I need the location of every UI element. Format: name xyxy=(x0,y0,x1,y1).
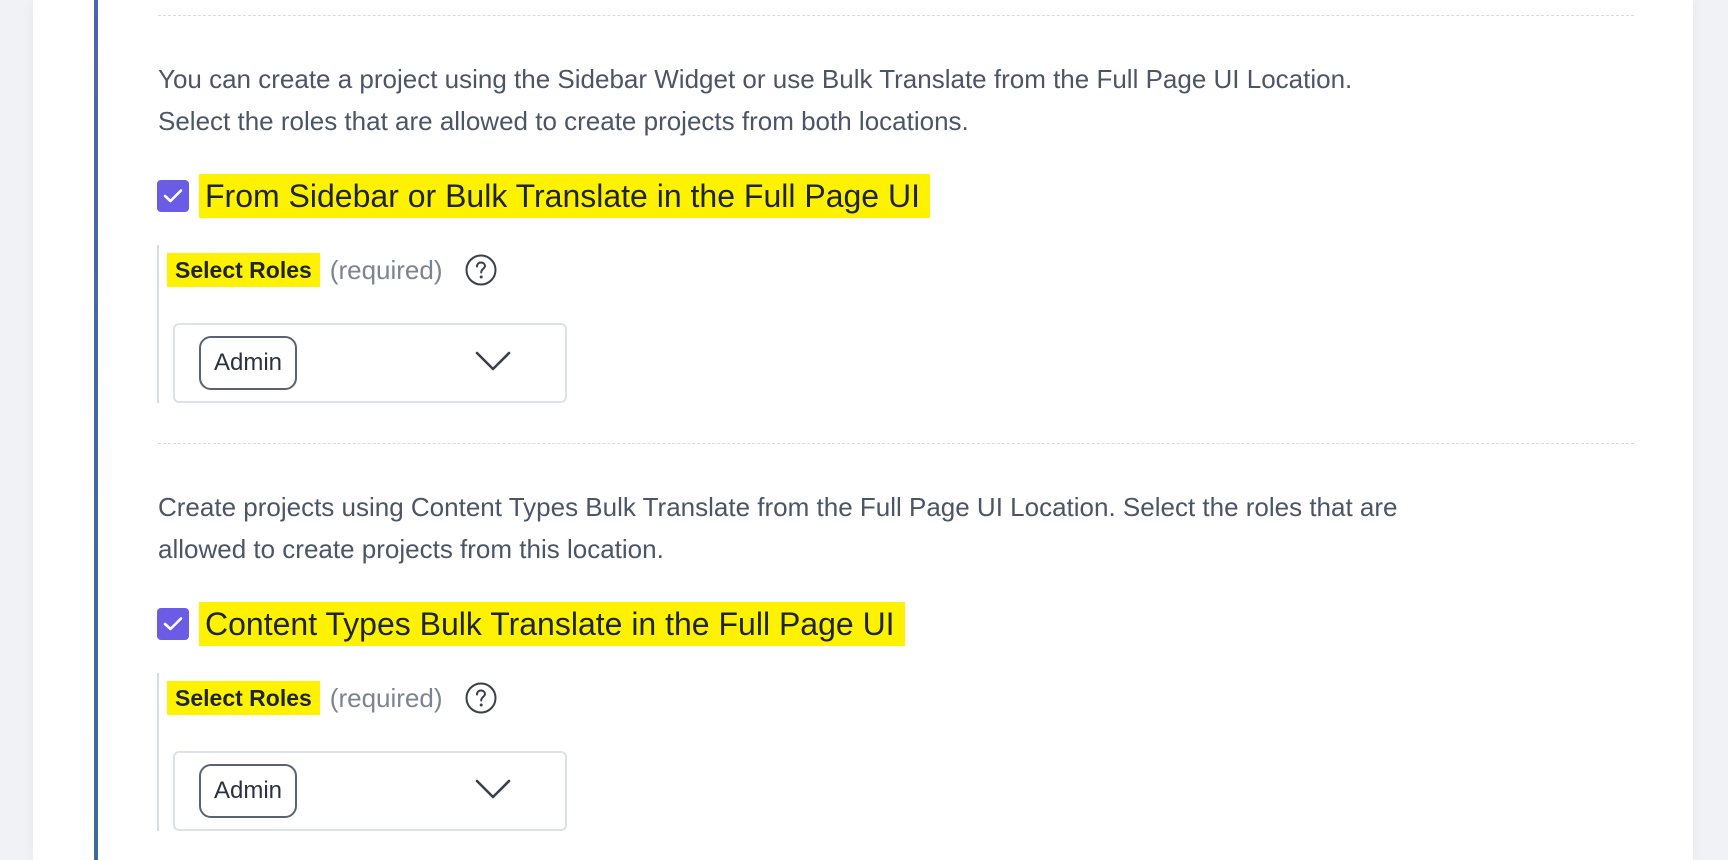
section-1-roles-select[interactable]: Admin xyxy=(173,323,567,403)
section-2-description-line1: Create projects using Content Types Bulk… xyxy=(158,492,1398,522)
section-1-description: You can create a project using the Sideb… xyxy=(158,58,1588,142)
section-2-roles-group: Select Roles (required) Admin xyxy=(157,673,579,831)
question-circle-icon[interactable] xyxy=(465,254,497,286)
chevron-down-icon[interactable] xyxy=(475,349,511,373)
section-1-description-line1: You can create a project using the Sideb… xyxy=(158,64,1353,94)
section-1-role-chip[interactable]: Admin xyxy=(199,336,298,390)
section-2-description: Create projects using Content Types Bulk… xyxy=(158,486,1588,570)
check-icon xyxy=(163,189,183,203)
section-2-checkbox-row[interactable]: Content Types Bulk Translate in the Full… xyxy=(157,602,905,646)
divider xyxy=(158,443,1634,444)
section-2-role-chip[interactable]: Admin xyxy=(199,764,298,818)
divider xyxy=(158,15,1634,16)
chevron-down-icon[interactable] xyxy=(475,777,511,801)
section-1-roles-label-row: Select Roles (required) xyxy=(167,253,497,287)
section-1-roles-label: Select Roles xyxy=(167,253,320,287)
check-icon xyxy=(163,617,183,631)
question-circle-icon[interactable] xyxy=(465,682,497,714)
section-2-description-line2: allowed to create projects from this loc… xyxy=(158,534,664,564)
section-2-required-text: (required) xyxy=(329,682,443,713)
section-2-checkbox[interactable] xyxy=(157,608,189,640)
section-2-roles-label: Select Roles xyxy=(167,681,320,715)
section-2-roles-select[interactable]: Admin xyxy=(173,751,567,831)
section-2-roles-label-row: Select Roles (required) xyxy=(167,681,497,715)
section-1-checkbox-row[interactable]: From Sidebar or Bulk Translate in the Fu… xyxy=(157,174,930,218)
section-1-checkbox-label[interactable]: From Sidebar or Bulk Translate in the Fu… xyxy=(199,174,930,218)
section-1-required-text: (required) xyxy=(329,254,443,285)
section-1-roles-group: Select Roles (required) Admin xyxy=(157,245,579,403)
section-2-checkbox-label[interactable]: Content Types Bulk Translate in the Full… xyxy=(199,602,905,646)
section-1-description-line2: Select the roles that are allowed to cre… xyxy=(158,106,969,136)
section-accent-rule xyxy=(94,0,98,860)
section-1-checkbox[interactable] xyxy=(157,180,189,212)
